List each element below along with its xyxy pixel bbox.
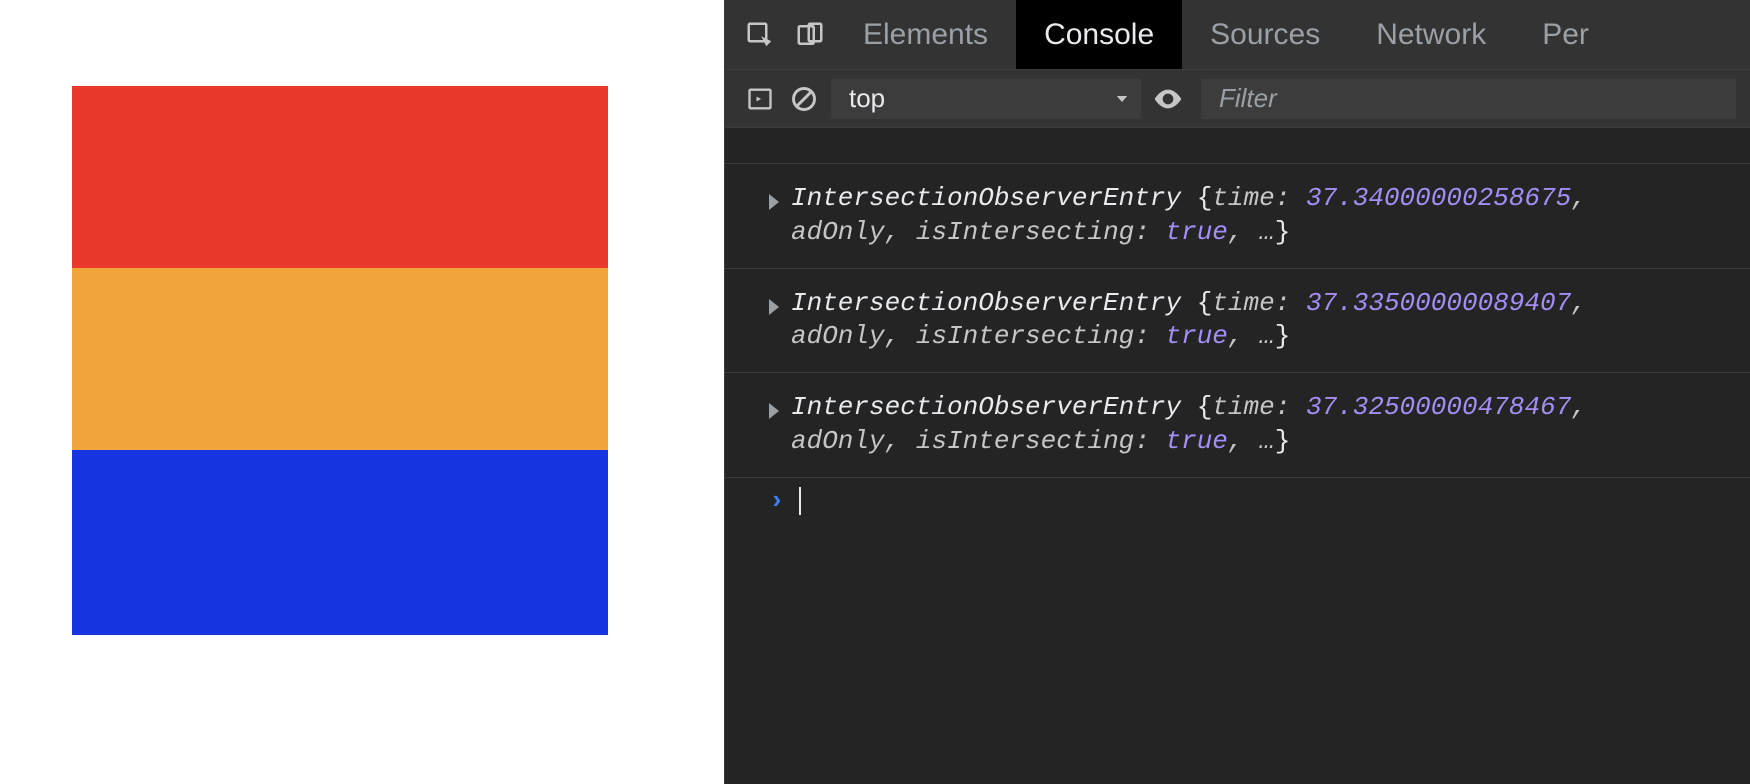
log-bool-value: true [1166, 426, 1228, 456]
log-class-name: IntersectionObserverEntry [791, 183, 1181, 213]
console-log-entry[interactable]: IntersectionObserverEntry {time: 37.3400… [725, 164, 1750, 269]
tab-network[interactable]: Network [1348, 0, 1514, 69]
filter-input-wrapper[interactable] [1201, 79, 1736, 119]
stripe-orange [72, 268, 608, 450]
log-fragment: adOnly [791, 217, 885, 247]
console-spacer [725, 128, 1750, 164]
expand-triangle-icon[interactable] [769, 299, 779, 315]
page-preview-pane [0, 0, 724, 784]
log-time-value: 37.34000000258675 [1306, 183, 1571, 213]
log-key-intersecting: isIntersecting [916, 217, 1134, 247]
expand-triangle-icon[interactable] [769, 403, 779, 419]
console-prompt[interactable]: › [725, 478, 1750, 524]
inspect-element-icon[interactable] [743, 18, 777, 52]
filter-input[interactable] [1219, 83, 1718, 114]
eye-icon[interactable] [1151, 82, 1185, 116]
tab-sources[interactable]: Sources [1182, 0, 1348, 69]
chevron-down-icon [1113, 90, 1131, 108]
log-text: IntersectionObserverEntry {time: 37.3400… [791, 182, 1738, 250]
console-log-entry[interactable]: IntersectionObserverEntry {time: 37.3350… [725, 269, 1750, 374]
log-key-intersecting: isIntersecting [916, 321, 1134, 351]
tab-label: Sources [1210, 18, 1320, 52]
console-sidebar-toggle-icon[interactable] [743, 82, 777, 116]
device-toggle-icon[interactable] [793, 18, 827, 52]
log-bool-value: true [1166, 217, 1228, 247]
console-output[interactable]: IntersectionObserverEntry {time: 37.3400… [725, 128, 1750, 784]
text-caret [799, 487, 801, 515]
log-fragment: adOnly [791, 321, 885, 351]
prompt-chevron-icon: › [769, 486, 785, 516]
log-key-time: time [1212, 288, 1274, 318]
tab-label: Network [1376, 18, 1486, 52]
log-text: IntersectionObserverEntry {time: 37.3250… [791, 391, 1738, 459]
tab-label: Per [1542, 18, 1589, 52]
log-key-time: time [1212, 183, 1274, 213]
color-stripes [72, 86, 608, 635]
console-log-entry[interactable]: IntersectionObserverEntry {time: 37.3250… [725, 373, 1750, 478]
tab-label: Console [1044, 18, 1154, 52]
expand-triangle-icon[interactable] [769, 194, 779, 210]
log-bool-value: true [1166, 321, 1228, 351]
devtools-panel: Elements Console Sources Network Per [724, 0, 1750, 784]
tab-console[interactable]: Console [1016, 0, 1182, 69]
devtools-tabs: Elements Console Sources Network Per [725, 0, 1750, 70]
tab-performance[interactable]: Per [1514, 0, 1617, 69]
log-time-value: 37.33500000089407 [1306, 288, 1571, 318]
stripe-red [72, 86, 608, 268]
log-key-intersecting: isIntersecting [916, 426, 1134, 456]
context-label: top [849, 83, 885, 114]
log-class-name: IntersectionObserverEntry [791, 288, 1181, 318]
log-time-value: 37.32500000478467 [1306, 392, 1571, 422]
tab-elements[interactable]: Elements [835, 0, 1016, 69]
console-toolbar: top [725, 70, 1750, 128]
log-key-time: time [1212, 392, 1274, 422]
log-text: IntersectionObserverEntry {time: 37.3350… [791, 287, 1738, 355]
log-class-name: IntersectionObserverEntry [791, 392, 1181, 422]
tab-label: Elements [863, 18, 988, 52]
execution-context-select[interactable]: top [831, 79, 1141, 119]
log-fragment: adOnly [791, 426, 885, 456]
stripe-blue [72, 450, 608, 635]
clear-console-icon[interactable] [787, 82, 821, 116]
